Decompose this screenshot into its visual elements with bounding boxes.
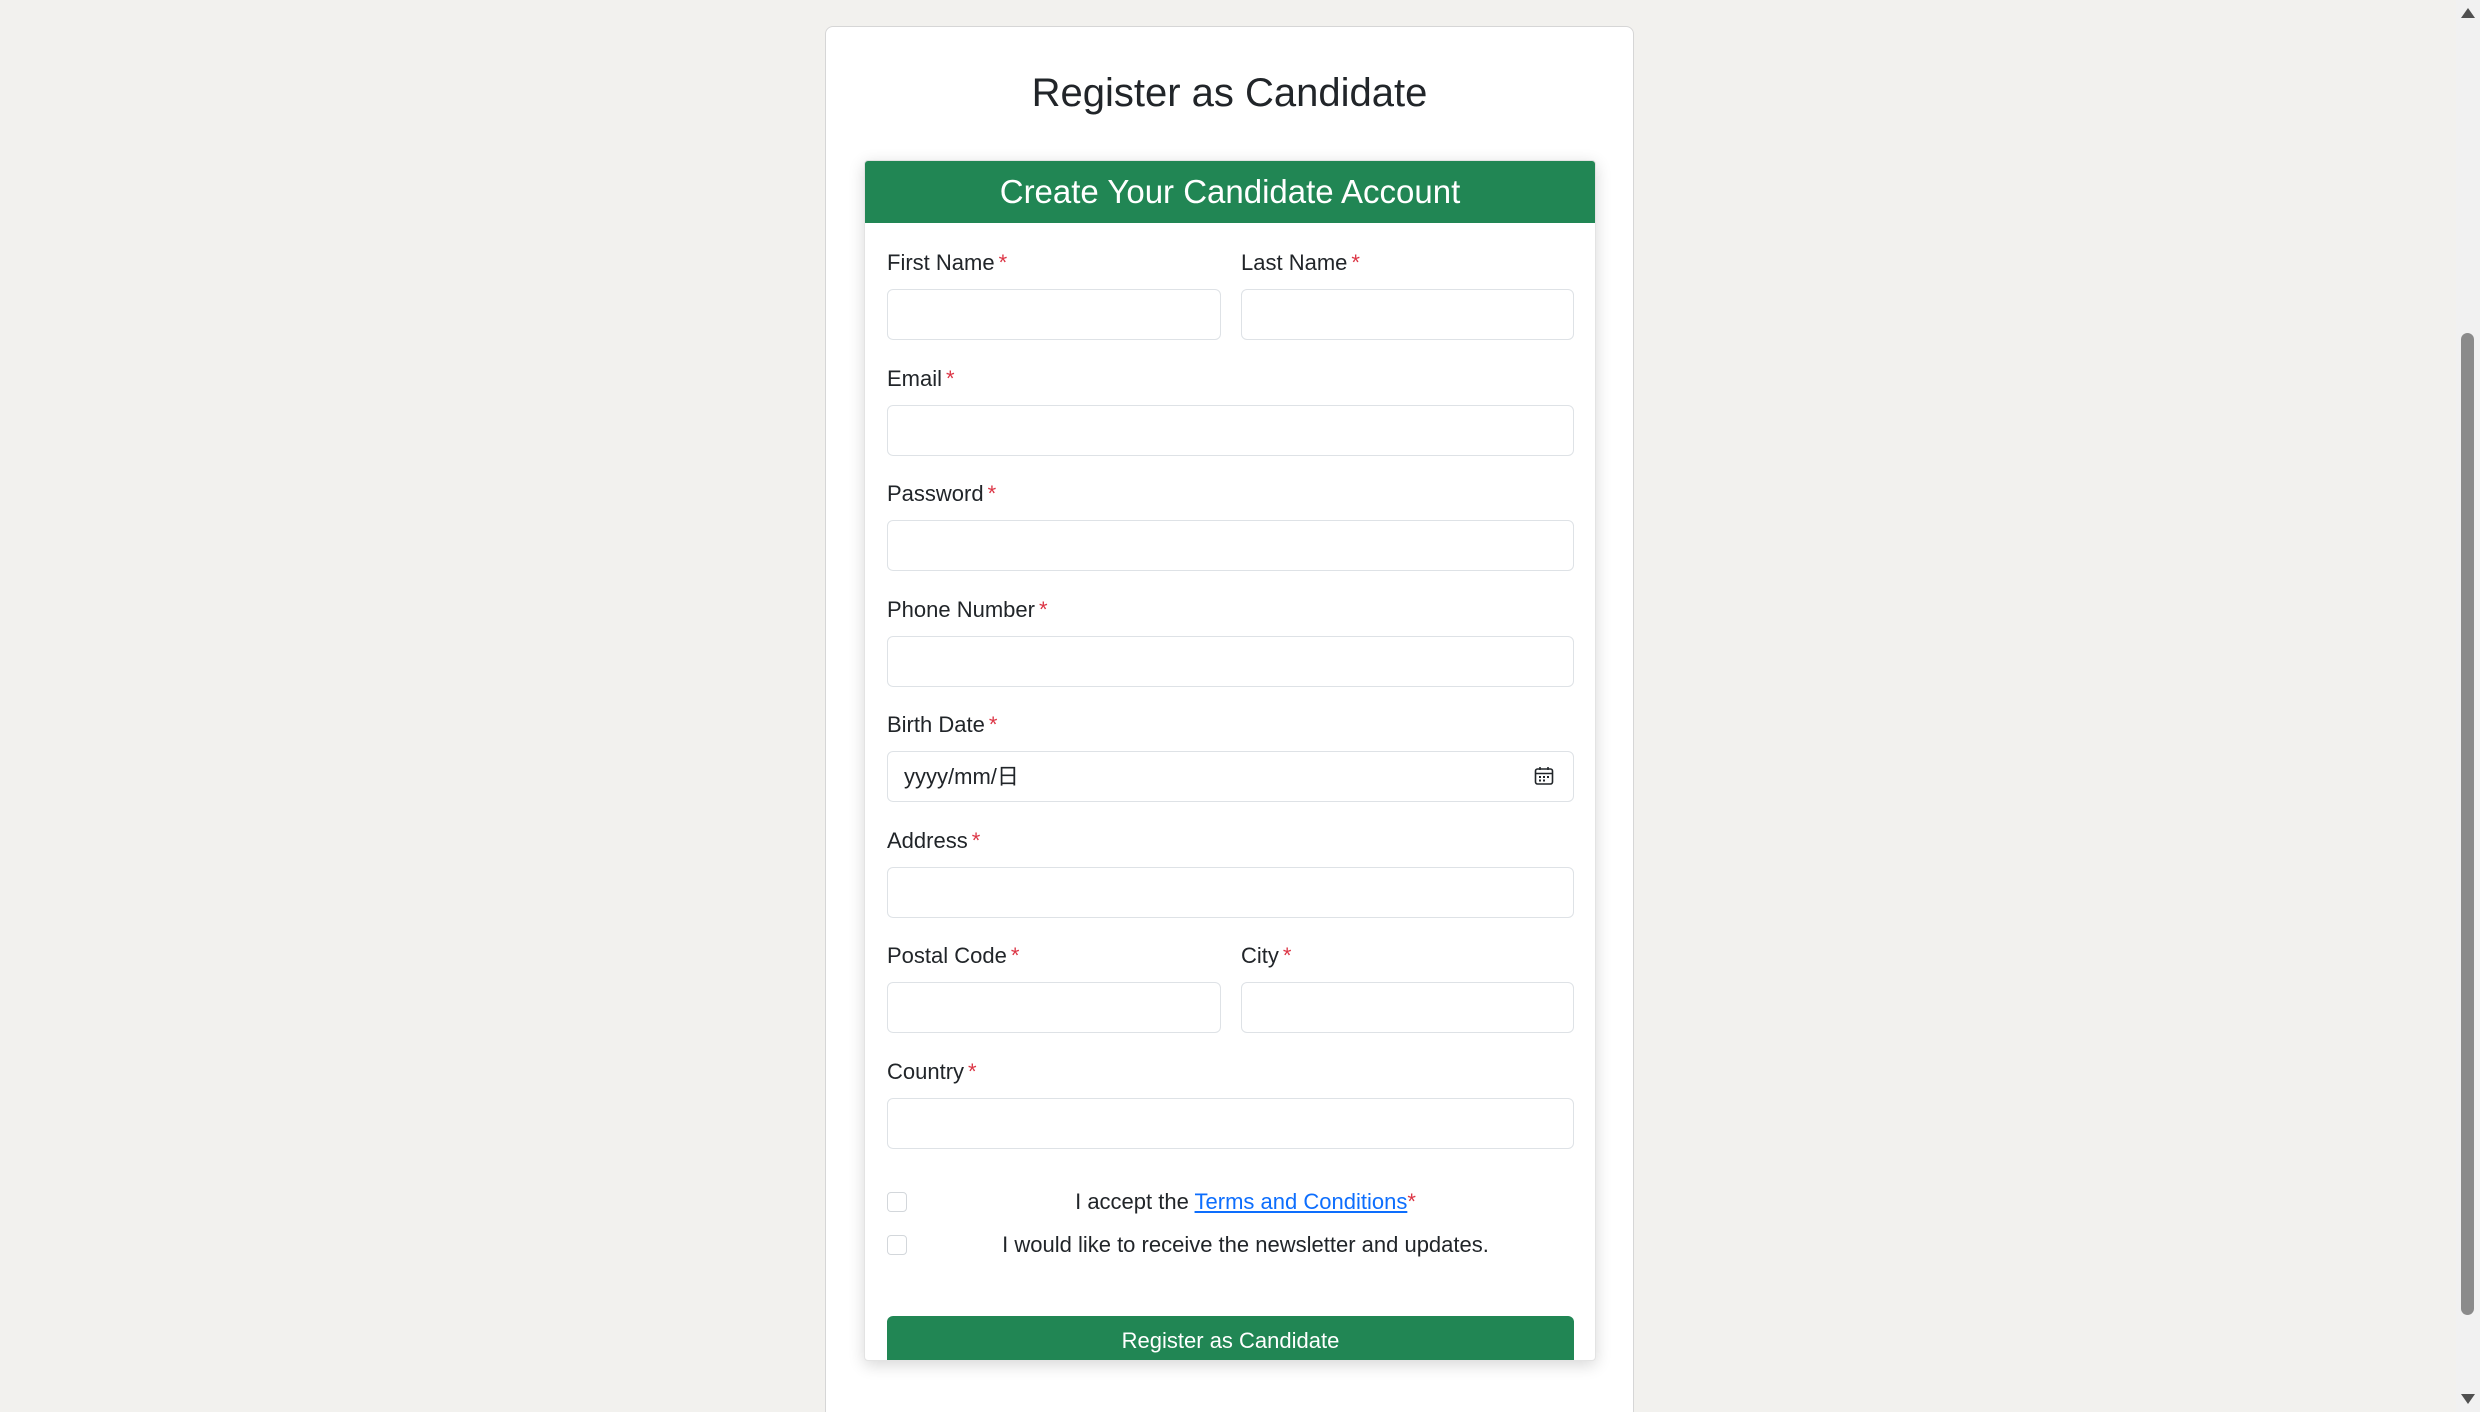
newsletter-label: I would like to receive the newsletter a… bbox=[1002, 1232, 1489, 1257]
country-group: Country * bbox=[887, 1058, 1574, 1149]
calendar-icon[interactable] bbox=[1533, 765, 1555, 787]
first-name-group: First Name * bbox=[887, 249, 1221, 340]
last-name-input[interactable] bbox=[1241, 289, 1574, 340]
email-group: Email * bbox=[887, 365, 1574, 456]
newsletter-checkbox-row: I would like to receive the newsletter a… bbox=[887, 1230, 1574, 1260]
password-input[interactable] bbox=[887, 520, 1574, 571]
required-marker: * bbox=[988, 712, 998, 737]
city-group: City * bbox=[1241, 942, 1574, 1033]
required-marker: * bbox=[1282, 943, 1292, 968]
required-marker: * bbox=[1010, 943, 1020, 968]
phone-number-label: Phone Number * bbox=[887, 597, 1048, 622]
register-button[interactable]: Register as Candidate bbox=[887, 1316, 1574, 1360]
last-name-group: Last Name * bbox=[1241, 249, 1574, 340]
phone-number-input[interactable] bbox=[887, 636, 1574, 687]
required-marker: * bbox=[987, 481, 997, 506]
address-group: Address * bbox=[887, 827, 1574, 918]
birth-date-input[interactable]: yyyy/mm/日 bbox=[887, 751, 1574, 802]
postal-code-group: Postal Code * bbox=[887, 942, 1221, 1033]
required-marker: * bbox=[971, 828, 981, 853]
city-input[interactable] bbox=[1241, 982, 1574, 1033]
email-input[interactable] bbox=[887, 405, 1574, 456]
password-label: Password * bbox=[887, 481, 997, 506]
terms-link[interactable]: Terms and Conditions bbox=[1195, 1189, 1408, 1214]
required-marker: * bbox=[1351, 250, 1360, 275]
required-marker: * bbox=[1407, 1189, 1416, 1214]
last-name-label: Last Name * bbox=[1241, 250, 1360, 275]
country-input[interactable] bbox=[887, 1098, 1574, 1149]
email-label: Email * bbox=[887, 366, 955, 391]
country-label: Country * bbox=[887, 1059, 977, 1084]
city-label: City * bbox=[1241, 943, 1292, 968]
required-marker: * bbox=[1038, 597, 1048, 622]
birth-date-placeholder: yyyy/mm/日 bbox=[904, 764, 1019, 789]
password-group: Password * bbox=[887, 480, 1574, 571]
first-name-input[interactable] bbox=[887, 289, 1221, 340]
terms-checkbox-row: I accept the Terms and Conditions* bbox=[887, 1187, 1574, 1217]
required-marker: * bbox=[946, 366, 955, 391]
birth-date-group: Birth Date * yyyy/mm/日 bbox=[887, 711, 1574, 802]
form-header: Create Your Candidate Account bbox=[865, 161, 1595, 223]
scrollbar-thumb[interactable] bbox=[2461, 333, 2474, 1315]
newsletter-checkbox[interactable] bbox=[887, 1235, 907, 1255]
postal-code-input[interactable] bbox=[887, 982, 1221, 1033]
page-title: Register as Candidate bbox=[1031, 71, 1428, 115]
terms-checkbox[interactable] bbox=[887, 1192, 907, 1212]
vertical-scrollbar[interactable] bbox=[2456, 0, 2480, 1412]
scroll-down-arrow-icon[interactable] bbox=[2461, 1394, 2475, 1404]
terms-label: I accept the Terms and Conditions* bbox=[1075, 1189, 1416, 1214]
postal-code-label: Postal Code * bbox=[887, 943, 1020, 968]
first-name-label: First Name * bbox=[887, 250, 1008, 275]
address-label: Address * bbox=[887, 828, 981, 853]
required-marker: * bbox=[998, 250, 1008, 275]
birth-date-label: Birth Date * bbox=[887, 712, 998, 737]
registration-page-card: Register as Candidate Create Your Candid… bbox=[825, 26, 1634, 1412]
registration-form: Create Your Candidate Account First Name… bbox=[864, 160, 1596, 1361]
scroll-up-arrow-icon[interactable] bbox=[2461, 8, 2475, 18]
address-input[interactable] bbox=[887, 867, 1574, 918]
phone-number-group: Phone Number * bbox=[887, 596, 1574, 687]
required-marker: * bbox=[968, 1059, 977, 1084]
